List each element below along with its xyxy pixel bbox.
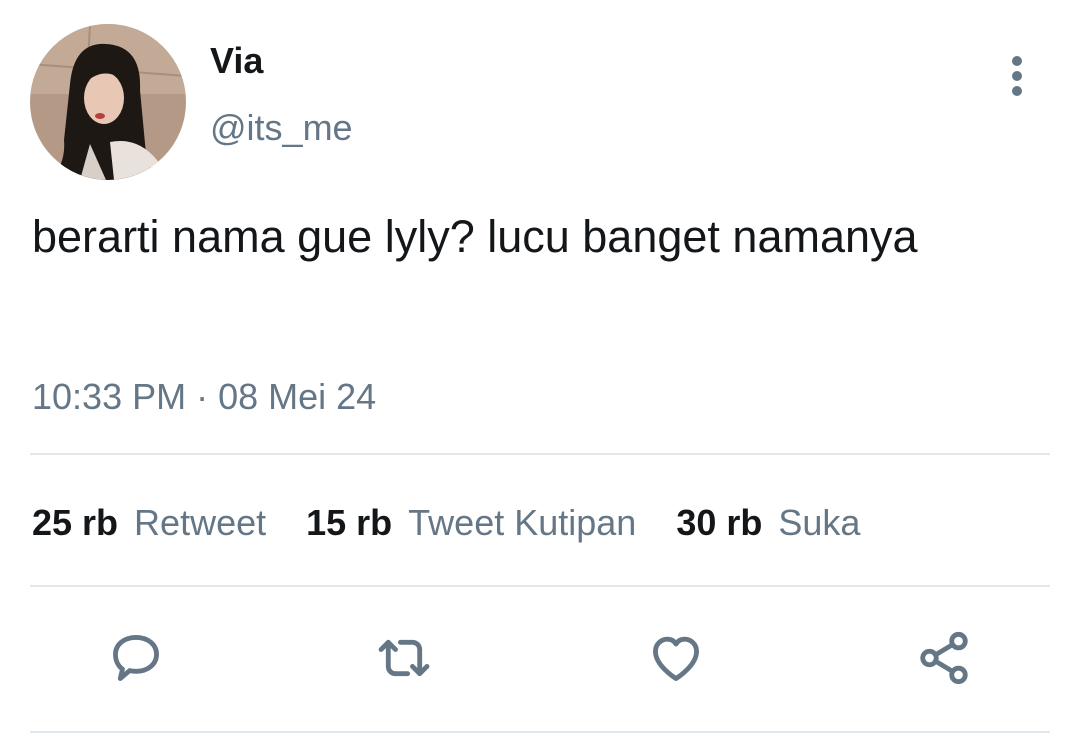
- more-options-button[interactable]: [996, 52, 1038, 100]
- divider: [30, 585, 1050, 587]
- user-handle[interactable]: @its_me: [210, 107, 353, 149]
- avatar[interactable]: [30, 24, 186, 180]
- tweet-detail: Via @its_me berarti nama gue lyly? lucu …: [0, 0, 1080, 750]
- retweet-stat[interactable]: 25 rb Retweet: [32, 501, 266, 545]
- retweet-count: 25 rb: [32, 502, 119, 543]
- like-count: 30 rb: [676, 502, 763, 543]
- like-stat[interactable]: 30 rb Suka: [676, 501, 860, 545]
- divider: [30, 731, 1050, 733]
- divider: [30, 453, 1050, 455]
- reply-button[interactable]: [106, 628, 166, 688]
- retweet-label: Retweet: [134, 502, 267, 543]
- share-icon: [920, 631, 968, 685]
- quote-tweet-count: 15 rb: [306, 502, 393, 543]
- quote-tweet-label: Tweet Kutipan: [408, 502, 637, 543]
- tweet-text: berarti nama gue lyly? lucu banget naman…: [32, 211, 918, 262]
- more-vertical-icon: [1012, 86, 1022, 96]
- quote-tweet-stat[interactable]: 15 rb Tweet Kutipan: [306, 501, 636, 545]
- heart-icon: [653, 636, 699, 681]
- avatar-photo: [30, 24, 186, 180]
- retweet-button[interactable]: [374, 628, 434, 688]
- retweet-icon: [378, 639, 430, 677]
- display-name[interactable]: Via: [210, 40, 263, 82]
- like-label: Suka: [778, 502, 861, 543]
- more-vertical-icon: [1012, 56, 1022, 66]
- tweet-timestamp: 10:33 PM · 08 Mei 24: [32, 376, 377, 417]
- comment-icon: [113, 635, 159, 681]
- engagement-stats: 25 rb Retweet 15 rb Tweet Kutipan 30 rb …: [32, 500, 860, 546]
- like-button[interactable]: [646, 628, 706, 688]
- share-button[interactable]: [914, 628, 974, 688]
- more-vertical-icon: [1012, 71, 1022, 81]
